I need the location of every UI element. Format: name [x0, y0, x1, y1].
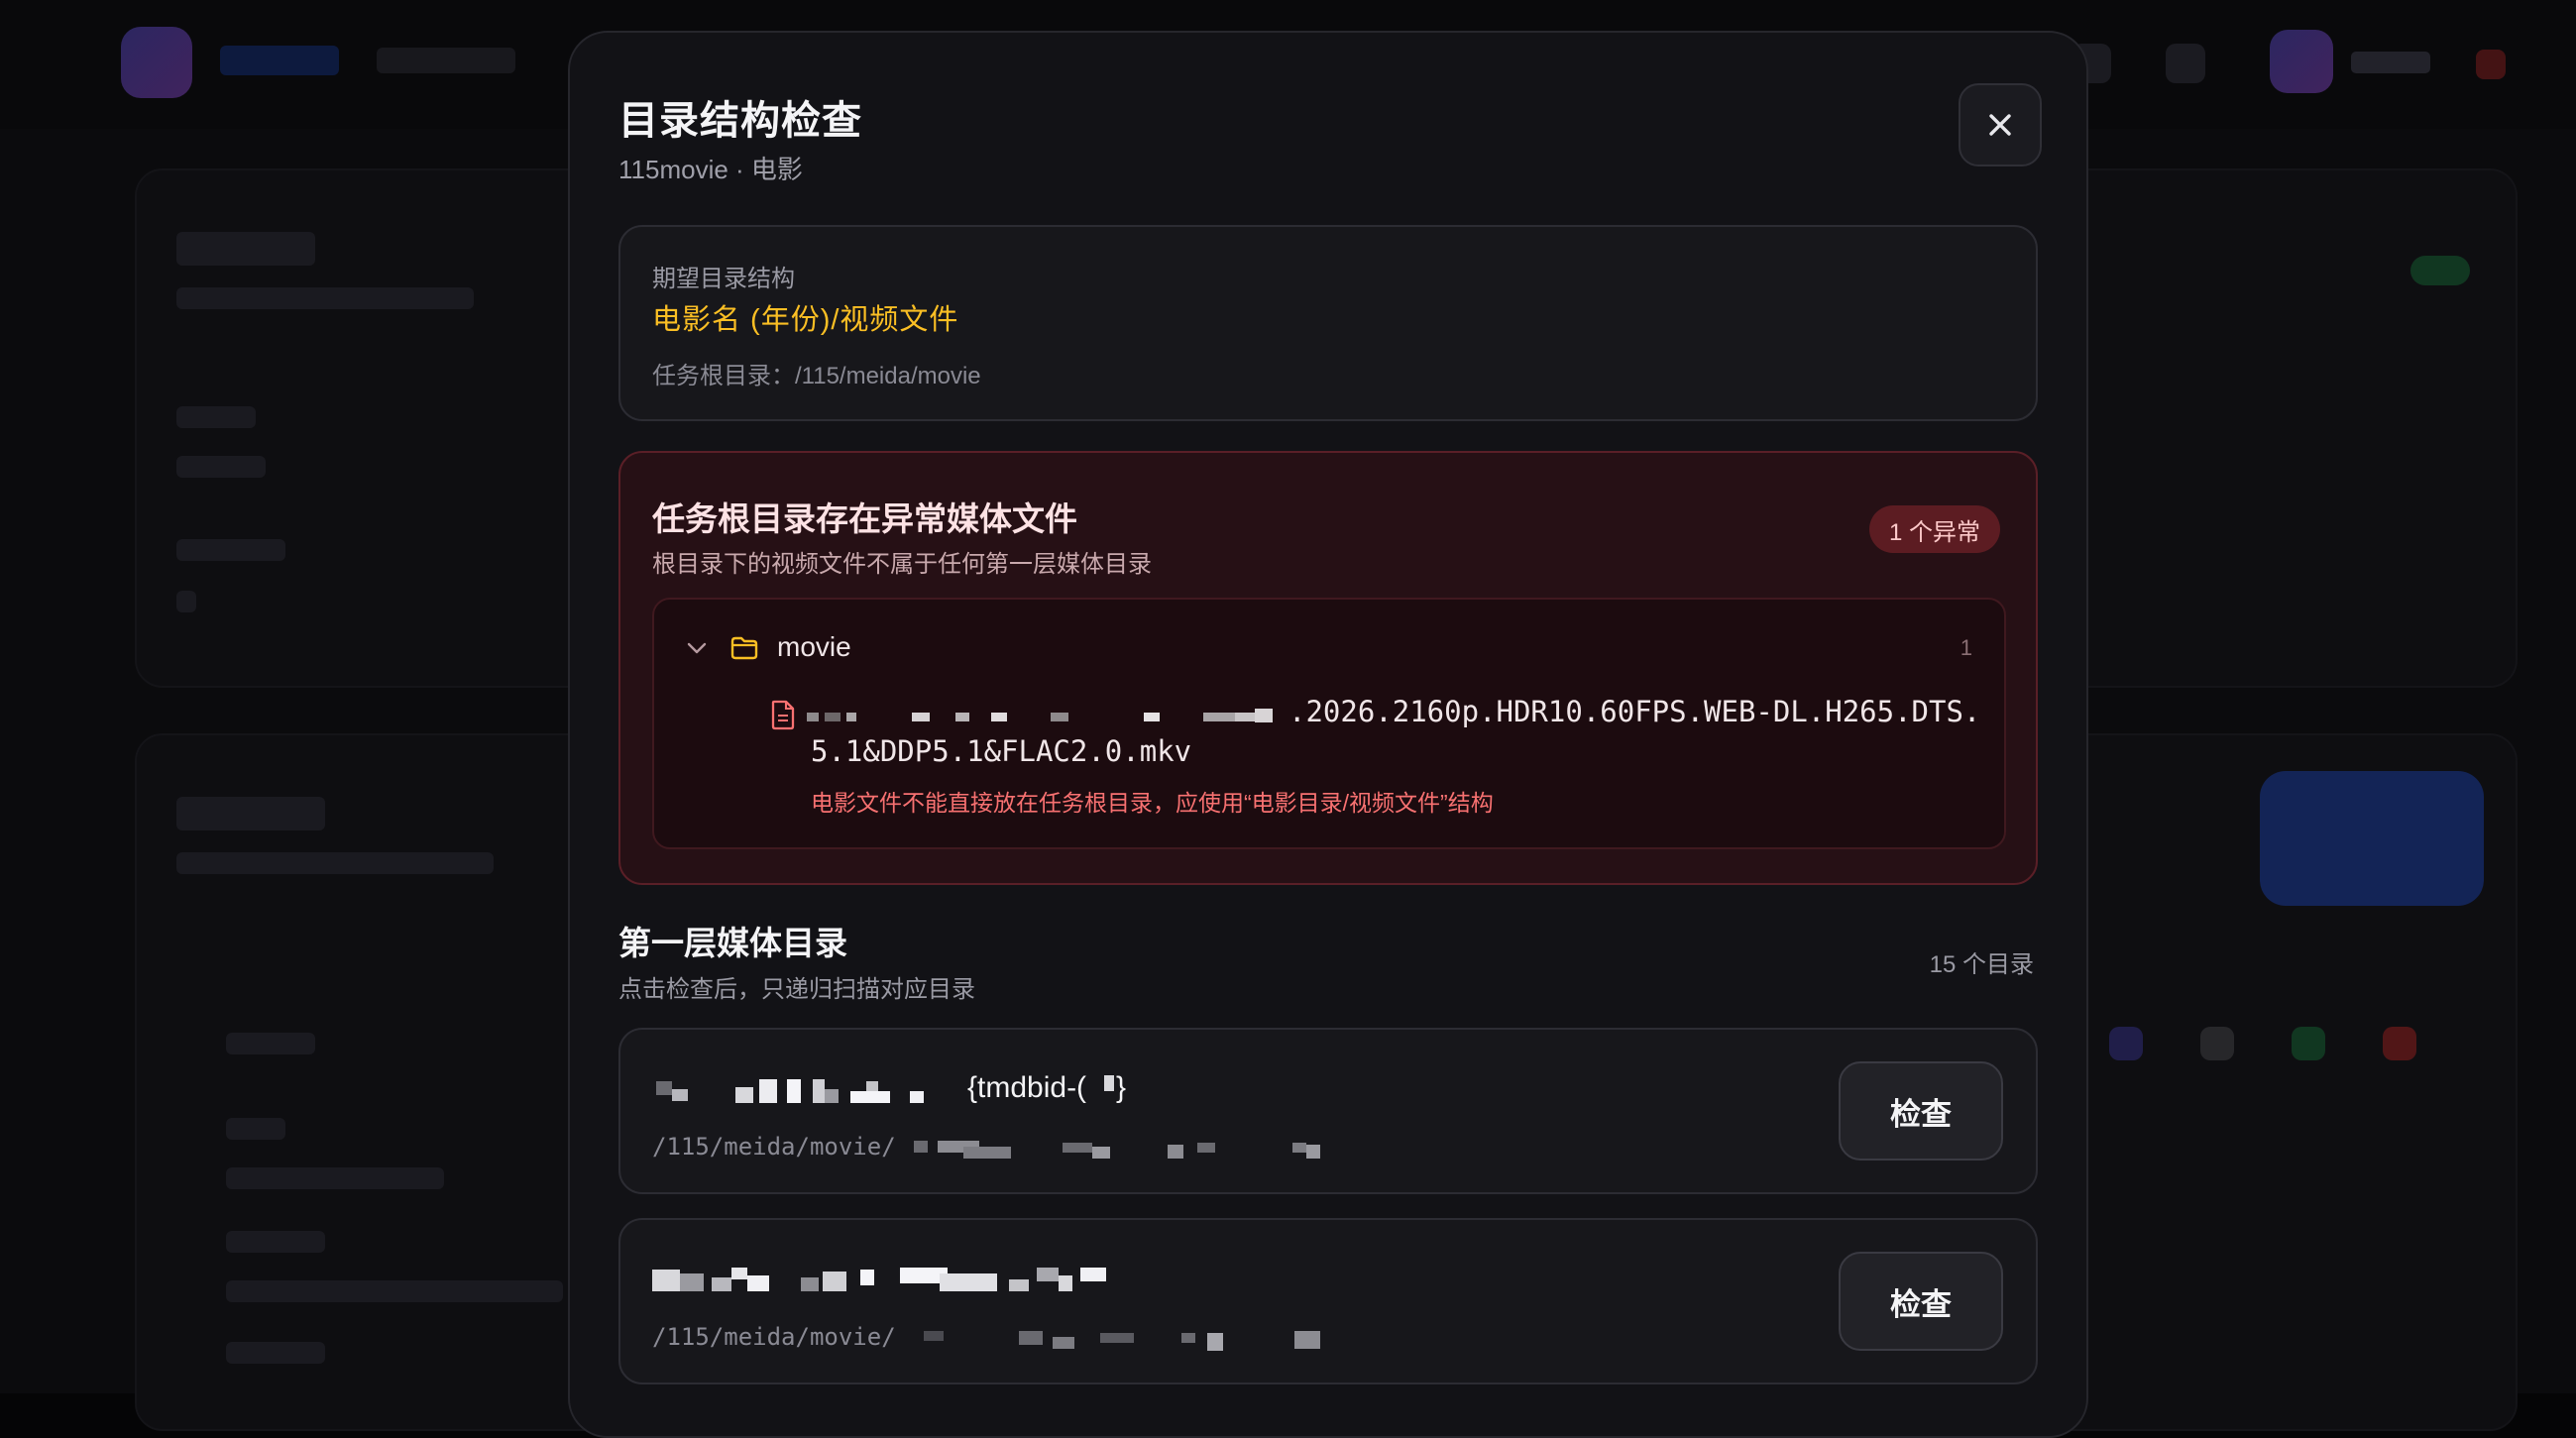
chevron-down-icon[interactable]: [684, 635, 710, 661]
close-icon: [1989, 114, 2011, 136]
redacted-dir-name: [1104, 1075, 1114, 1091]
modal-subtitle: 115movie · 电影: [618, 155, 803, 184]
background-line: [226, 1342, 325, 1364]
anomaly-count-badge: 1 个异常: [1869, 505, 2001, 553]
background-line: [176, 287, 474, 309]
anomaly-tree: movie 1 .2026.2160p.HDR10.60FPS.WEB-DL.H…: [652, 598, 2006, 849]
expected-structure-label: 期望目录结构: [652, 266, 795, 292]
media-dirs-count: 15 个目录: [1929, 951, 2034, 978]
avatar: [2270, 30, 2333, 93]
background-line: [226, 1280, 563, 1302]
directory-check-modal: 目录结构检查 115movie · 电影 期望目录结构 电影名 (年份)/视频文…: [568, 31, 2088, 1438]
background-line: [226, 1118, 285, 1140]
background-line: [176, 591, 196, 612]
app-brand: [220, 46, 339, 75]
anomaly-panel: 任务根目录存在异常媒体文件 根目录下的视频文件不属于任何第一层媒体目录 1 个异…: [618, 451, 2038, 885]
media-dir-item: /115/meida/movie/ 检查: [618, 1218, 2038, 1384]
background-line: [226, 1167, 444, 1189]
user-name: [2351, 52, 2430, 73]
media-dirs-title: 第一层媒体目录: [618, 925, 847, 961]
action-icon: [2200, 1027, 2234, 1060]
redacted-file-name: [807, 705, 1287, 726]
file-icon: [771, 700, 795, 730]
background-line: [176, 797, 325, 830]
redacted-dir-path: [914, 1329, 1340, 1353]
close-button[interactable]: [1959, 83, 2042, 166]
app-logo: [121, 27, 192, 98]
action-icon: [2109, 1027, 2143, 1060]
tree-folder-count: 1: [1960, 635, 1972, 660]
task-root-path: 任务根目录：/115/meida/movie: [652, 363, 981, 389]
anomaly-description: 根目录下的视频文件不属于任何第一层媒体目录: [652, 551, 1152, 578]
anomaly-title: 任务根目录存在异常媒体文件: [652, 500, 1077, 537]
background-line: [176, 232, 315, 266]
redacted-dir-path: [914, 1139, 1340, 1162]
file-error-message: 电影文件不能直接放在任务根目录，应使用“电影目录/视频文件”结构: [811, 790, 1494, 816]
modal-title: 目录结构检查: [618, 99, 862, 143]
settings-icon: [2166, 44, 2205, 83]
expected-structure-pattern: 电影名 (年份)/视频文件: [652, 304, 959, 336]
background-line: [176, 456, 266, 478]
background-line: [176, 852, 494, 874]
file-name-line-1: .2026.2160p.HDR10.60FPS.WEB-DL.H265.DTS.: [1288, 695, 1981, 728]
logout-icon: [2476, 50, 2506, 79]
background-nav: [377, 48, 515, 73]
background-line: [226, 1033, 315, 1054]
background-line: [176, 406, 256, 428]
action-icon: [2383, 1027, 2416, 1060]
action-icon: [2292, 1027, 2325, 1060]
dir-path: /115/meida/movie/: [652, 1133, 896, 1161]
media-dirs-description: 点击检查后，只递归扫描对应目录: [618, 976, 975, 1003]
check-button[interactable]: 检查: [1839, 1252, 2003, 1351]
check-button[interactable]: 检查: [1839, 1061, 2003, 1161]
background-line: [226, 1231, 325, 1253]
file-name-line-2: 5.1&DDP5.1&FLAC2.0.mkv: [811, 734, 1192, 768]
folder-icon: [730, 636, 758, 660]
dir-path: /115/meida/movie/: [652, 1323, 896, 1351]
dir-name-suffix: {tmdbid-(: [967, 1071, 1087, 1104]
create-task-button: [2260, 771, 2484, 906]
dir-name-close: }: [1116, 1071, 1127, 1104]
background-line: [176, 539, 285, 561]
media-dir-item: {tmdbid-( } /115/meida/movie/ 检查: [618, 1028, 2038, 1194]
tree-folder-name[interactable]: movie: [777, 631, 851, 663]
expected-structure-panel: 期望目录结构 电影名 (年份)/视频文件 任务根目录：/115/meida/mo…: [618, 225, 2038, 421]
status-badge: [2410, 256, 2470, 285]
